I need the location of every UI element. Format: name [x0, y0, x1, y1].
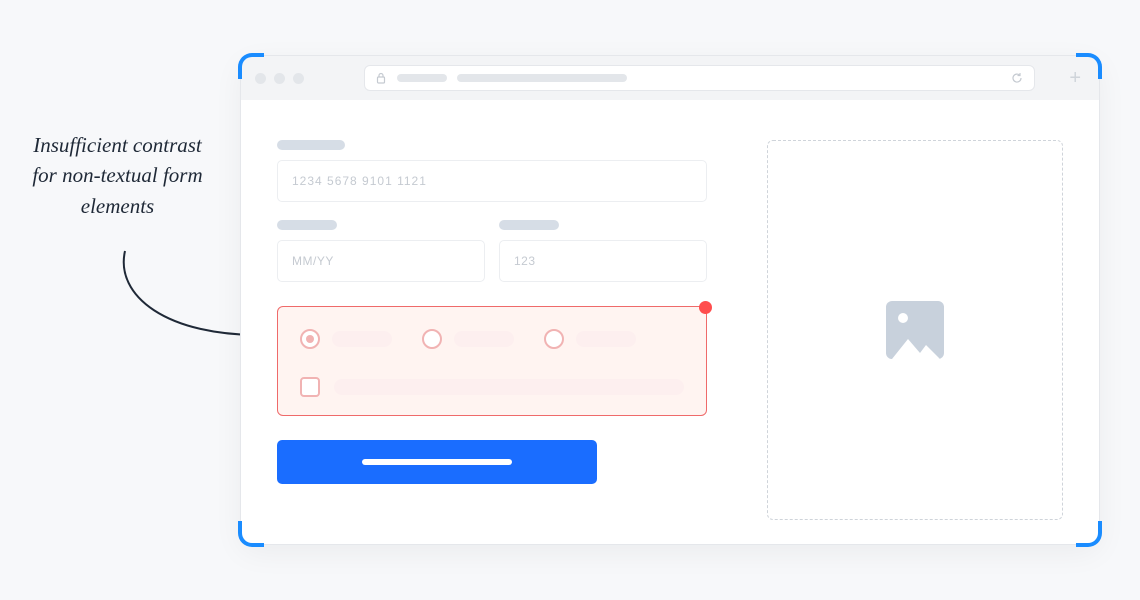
annotation-label: Insufficient contrast for non-textual fo…	[20, 130, 215, 221]
browser-window: + 1234 5678 9101 1121 MM/YY 123	[240, 55, 1100, 545]
focus-corner-tr	[1076, 53, 1102, 79]
reload-icon[interactable]	[1010, 71, 1024, 85]
payment-form: 1234 5678 9101 1121 MM/YY 123	[277, 140, 707, 520]
url-segment	[397, 74, 447, 82]
radio-label	[454, 331, 514, 347]
low-contrast-highlight	[277, 306, 707, 416]
radio-icon	[422, 329, 442, 349]
radio-icon	[300, 329, 320, 349]
checkbox-row[interactable]	[300, 377, 684, 397]
lock-icon	[375, 72, 387, 84]
image-placeholder-icon	[886, 301, 944, 359]
card-number-label	[277, 140, 345, 150]
submit-button-label	[362, 459, 512, 465]
radio-group	[300, 329, 684, 349]
submit-button[interactable]	[277, 440, 597, 484]
page-content: 1234 5678 9101 1121 MM/YY 123	[241, 100, 1099, 550]
checkbox-label	[334, 379, 684, 395]
cvc-label	[499, 220, 559, 230]
radio-icon	[544, 329, 564, 349]
minimize-dot[interactable]	[274, 73, 285, 84]
image-placeholder-area	[767, 140, 1063, 520]
radio-option-1[interactable]	[300, 329, 392, 349]
browser-titlebar: +	[241, 56, 1099, 100]
focus-corner-bl	[238, 521, 264, 547]
address-bar[interactable]	[364, 65, 1035, 91]
card-number-input[interactable]: 1234 5678 9101 1121	[277, 160, 707, 202]
maximize-dot[interactable]	[293, 73, 304, 84]
radio-label	[332, 331, 392, 347]
error-indicator-dot	[699, 301, 712, 314]
expiry-input[interactable]: MM/YY	[277, 240, 485, 282]
focus-corner-tl	[238, 53, 264, 79]
radio-label	[576, 331, 636, 347]
radio-option-2[interactable]	[422, 329, 514, 349]
radio-option-3[interactable]	[544, 329, 636, 349]
checkbox-icon	[300, 377, 320, 397]
url-segment	[457, 74, 627, 82]
expiry-label	[277, 220, 337, 230]
cvc-input[interactable]: 123	[499, 240, 707, 282]
